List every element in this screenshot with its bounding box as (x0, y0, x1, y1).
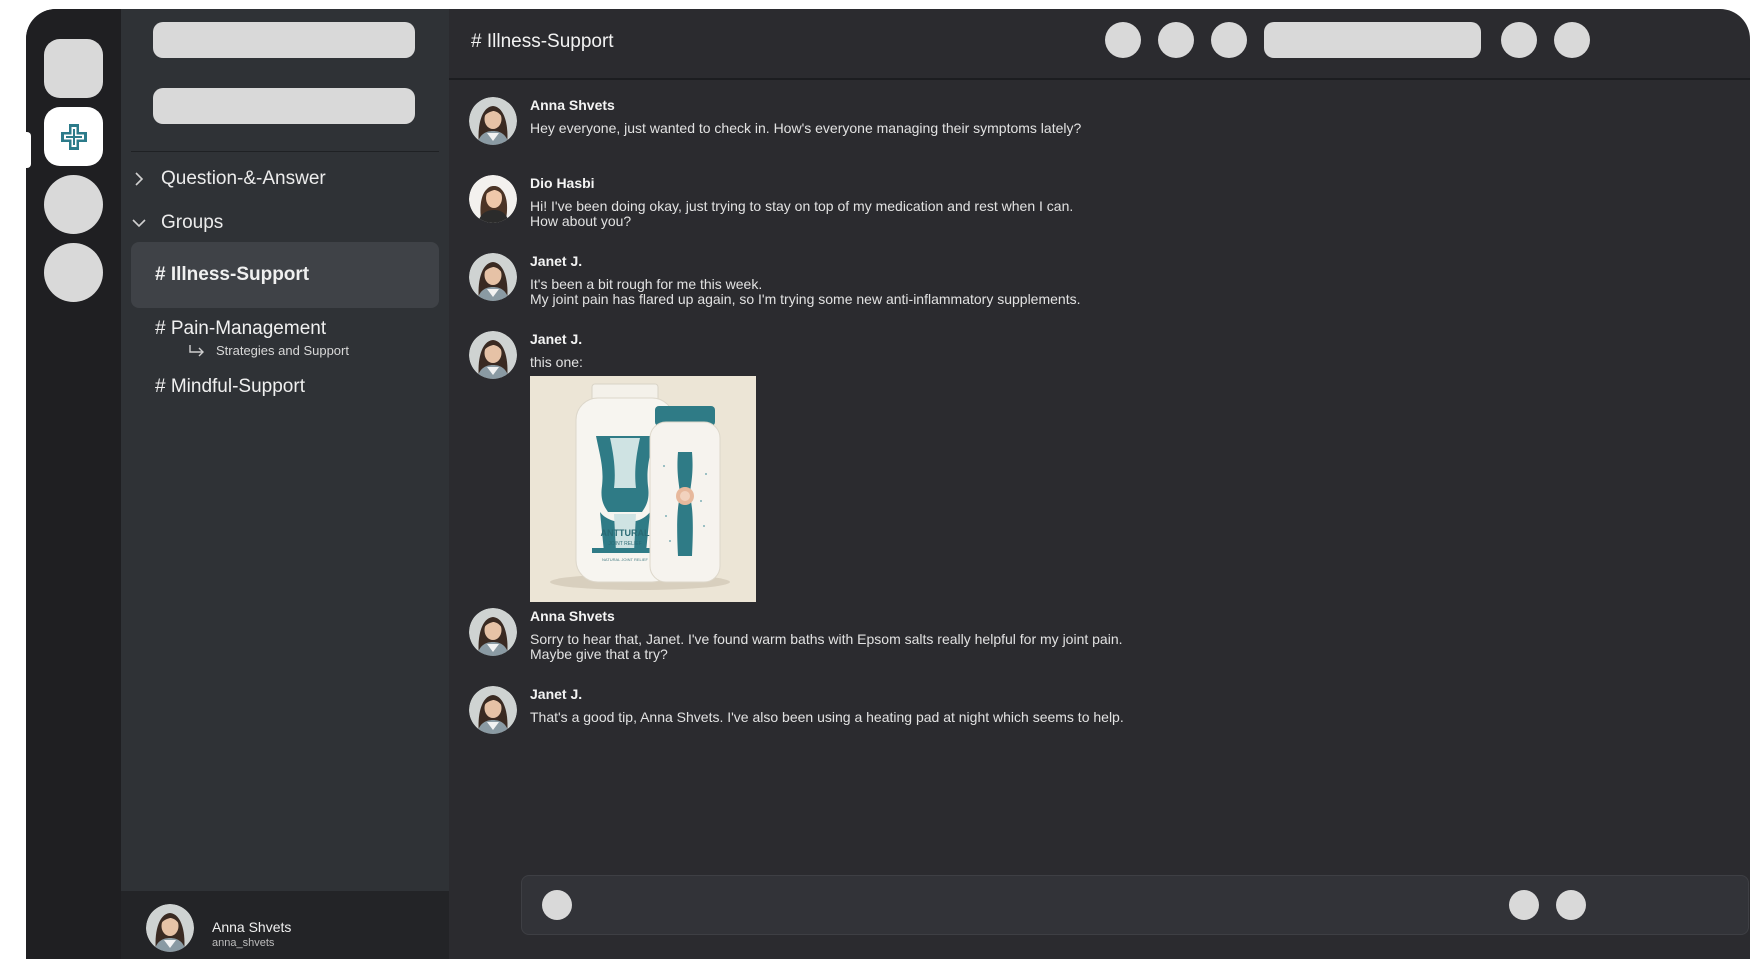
message-text: That's a good tip, Anna Shvets. I've als… (530, 709, 1124, 725)
channel-label: # Pain-Management (155, 318, 327, 339)
message-author[interactable]: Anna Shvets (530, 608, 615, 624)
message-text: Hey everyone, just wanted to check in. H… (530, 120, 1082, 136)
avatar[interactable] (469, 608, 517, 656)
avatar (146, 904, 194, 952)
message-composer[interactable] (521, 875, 1749, 935)
image-attachment[interactable]: ANTTURAL JOINT RELIEF NATURAL JOINT RELI… (530, 376, 756, 602)
channel-label: # Mindful-Support (155, 376, 305, 397)
composer-action-button[interactable] (1509, 890, 1539, 920)
avatar[interactable] (469, 686, 517, 734)
server-button[interactable] (44, 175, 103, 234)
message-author[interactable]: Janet J. (530, 331, 582, 347)
header-search-placeholder[interactable] (1264, 22, 1481, 58)
channel-sidebar: Question-&-Answer Groups # Illness-Suppo… (121, 9, 449, 959)
search-placeholder[interactable] (153, 88, 415, 124)
message-text: Maybe give that a try? (530, 646, 668, 662)
header-action-button[interactable] (1501, 22, 1537, 58)
avatar[interactable] (469, 97, 517, 145)
message-text: My joint pain has flared up again, so I'… (530, 291, 1081, 307)
message-author[interactable]: Janet J. (530, 686, 582, 702)
channel-mindful-support[interactable]: # Mindful-Support (131, 376, 439, 398)
category-label: Groups (161, 212, 224, 233)
chevron-right-icon (131, 171, 147, 187)
message-text: this one: (530, 354, 583, 370)
user-handle: anna_shvets (212, 937, 275, 949)
attachment-line2: NATURAL JOINT RELIEF (602, 557, 648, 562)
category-label: Question-&-Answer (161, 168, 326, 189)
avatar[interactable] (469, 253, 517, 301)
message-author[interactable]: Dio Hasbi (530, 175, 595, 191)
server-rail (26, 9, 121, 959)
header-action-button[interactable] (1554, 22, 1590, 58)
supplement-bottles-image: ANTTURAL JOINT RELIEF NATURAL JOINT RELI… (530, 376, 756, 602)
thread-arrow-icon (189, 344, 204, 356)
medical-cross-icon (60, 123, 87, 150)
message-author[interactable]: Janet J. (530, 253, 582, 269)
health-server-button[interactable] (44, 107, 103, 166)
thread-label: Strategies and Support (216, 343, 349, 358)
header-action-button[interactable] (1105, 22, 1141, 58)
header-action-button[interactable] (1158, 22, 1194, 58)
attachment-line1: JOINT RELIEF (608, 541, 641, 547)
avatar[interactable] (469, 175, 517, 223)
channel-illness-support[interactable]: # Illness-Support (131, 242, 439, 308)
active-server-indicator (26, 132, 31, 168)
message-text: How about you? (530, 213, 632, 229)
channel-header: # Illness-Support (449, 9, 1750, 80)
user-panel[interactable]: Anna Shvets anna_shvets (121, 891, 449, 959)
server-name-placeholder[interactable] (153, 22, 415, 58)
user-name: Anna Shvets (212, 919, 292, 935)
message-list: Anna Shvets Hey everyone, just wanted to… (449, 82, 1750, 959)
category-groups[interactable]: Groups (131, 212, 223, 234)
app-window: Question-&-Answer Groups # Illness-Suppo… (26, 9, 1750, 959)
chevron-down-icon (131, 215, 147, 231)
channel-title: # Illness-Support (471, 31, 614, 52)
server-button[interactable] (44, 39, 103, 98)
thread-strategies-and-support[interactable]: Strategies and Support (188, 343, 349, 358)
category-question-and-answer[interactable]: Question-&-Answer (131, 168, 326, 190)
composer-action-button[interactable] (1556, 890, 1586, 920)
channel-label: # Illness-Support (155, 264, 310, 285)
avatar[interactable] (469, 331, 517, 379)
header-action-button[interactable] (1211, 22, 1247, 58)
attachment-brand: ANTTURAL (601, 528, 650, 538)
server-button[interactable] (44, 243, 103, 302)
attach-button[interactable] (542, 890, 572, 920)
message-author[interactable]: Anna Shvets (530, 97, 615, 113)
divider (131, 151, 439, 152)
channel-pain-management[interactable]: # Pain-Management (131, 318, 439, 340)
